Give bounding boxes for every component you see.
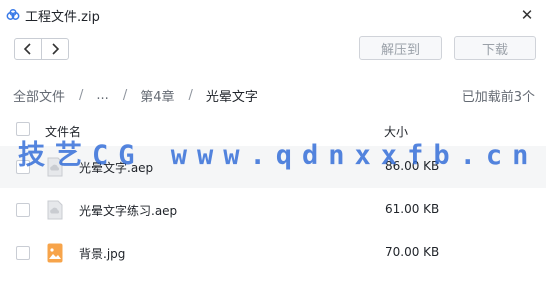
breadcrumb-current: 光晕文字	[205, 89, 258, 105]
close-icon: ✕	[520, 6, 534, 24]
breadcrumb-ellipsis[interactable]: ...	[96, 88, 108, 103]
download-button[interactable]: 下载	[454, 36, 536, 60]
chevron-right-icon	[52, 43, 60, 55]
image-file-icon	[47, 243, 63, 263]
back-button[interactable]	[14, 38, 42, 60]
chevron-left-icon	[23, 43, 31, 55]
file-name: 光晕文字练习.aep	[79, 204, 178, 218]
cloud-drive-icon	[6, 8, 20, 20]
forward-button[interactable]	[41, 38, 69, 60]
breadcrumb-chapter[interactable]: 第4章	[140, 86, 174, 105]
table-row[interactable]: 光晕文字练习.aep 61.00 KB	[0, 189, 546, 231]
breadcrumb: 全部文件 / ... / 第4章 / 光晕文字	[13, 86, 258, 105]
watermark-text: 技艺CG www.qdnxxfb.cn	[18, 140, 539, 171]
table-row[interactable]: 背景.jpg 70.00 KB	[0, 232, 546, 274]
window-title: 工程文件.zip	[25, 10, 100, 25]
file-size: 70.00 KB	[385, 245, 440, 259]
close-button[interactable]: ✕	[516, 4, 538, 26]
row-checkbox[interactable]	[16, 246, 30, 260]
extract-to-button[interactable]: 解压到	[359, 36, 442, 60]
breadcrumb-all-files[interactable]: 全部文件	[13, 86, 65, 105]
row-checkbox[interactable]	[16, 203, 30, 217]
document-icon	[47, 200, 63, 220]
breadcrumb-separator: /	[79, 87, 84, 103]
file-size: 61.00 KB	[385, 202, 440, 216]
breadcrumb-separator: /	[188, 87, 193, 103]
loaded-status: 已加载前3个	[461, 90, 535, 105]
file-name: 背景.jpg	[79, 247, 126, 261]
breadcrumb-separator: /	[122, 87, 128, 103]
